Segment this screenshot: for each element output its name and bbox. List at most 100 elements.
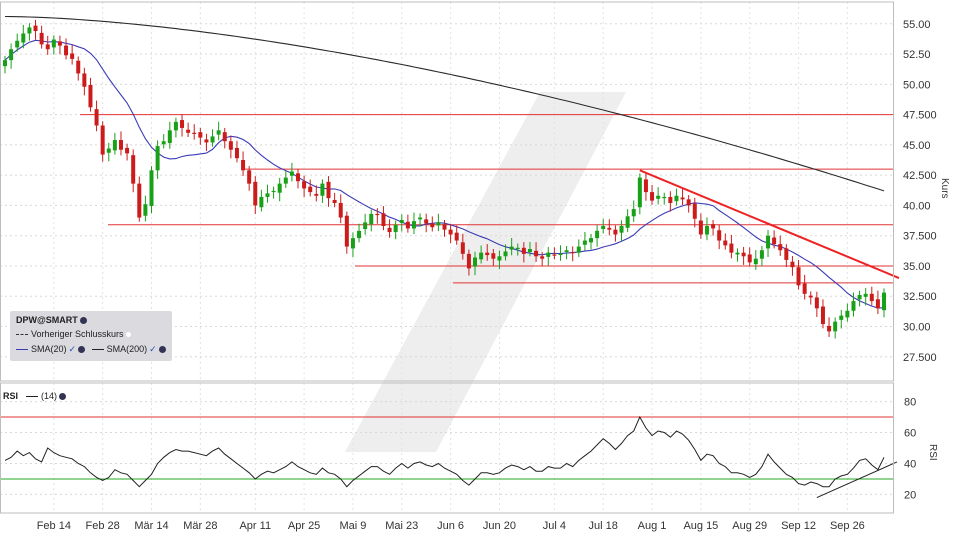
- candle-body: [241, 160, 246, 171]
- candle-body: [332, 199, 337, 204]
- rsi-tick-label: 60: [904, 428, 916, 440]
- candle-body: [546, 252, 551, 257]
- rsi-axis-ticks: 80 60 40 20: [904, 397, 916, 502]
- candle-body: [344, 215, 349, 247]
- date-tick-label: Apr 25: [288, 520, 320, 532]
- candle-body: [631, 209, 636, 217]
- candle-body: [198, 132, 203, 138]
- info-icon[interactable]: [78, 346, 86, 354]
- candle-body: [662, 196, 667, 199]
- candle-body: [753, 258, 758, 265]
- candle-body: [271, 190, 276, 193]
- rsi-series: [0, 415, 898, 498]
- candle-body: [296, 173, 300, 182]
- candle-body: [314, 193, 319, 196]
- candle-body: [772, 237, 777, 245]
- candle-body: [759, 250, 764, 259]
- settings-icon[interactable]: [125, 332, 131, 338]
- candle-body: [479, 252, 484, 260]
- candle-body: [259, 196, 264, 208]
- candle-body: [88, 84, 93, 108]
- candle-body: [381, 213, 386, 227]
- price-tick-label: 47.500: [903, 110, 937, 122]
- date-tick-label: Jul 18: [589, 520, 618, 532]
- candle-body: [387, 227, 392, 233]
- candle-body: [424, 219, 429, 224]
- date-tick-label: Mai 23: [385, 520, 418, 532]
- trendline: [639, 169, 900, 280]
- candle-body: [21, 33, 26, 43]
- candle-body: [698, 220, 703, 235]
- rsi-legend[interactable]: RSI (14): [3, 391, 67, 401]
- watermark-logo: [345, 92, 626, 452]
- candle-body: [302, 181, 307, 189]
- candle-body: [564, 250, 569, 253]
- chart-canvas: 55.00 52.50 50.00 47.500 45.00 42.500 40.00 37.…: [0, 1, 937, 532]
- candle-body: [82, 73, 87, 87]
- date-tick-label: Feb 28: [86, 520, 120, 532]
- candle-body: [808, 295, 813, 298]
- date-tick-label: Mär 14: [134, 520, 168, 532]
- price-tick-label: 52.50: [903, 49, 931, 61]
- candle-body: [784, 248, 789, 260]
- candle-body: [210, 136, 215, 143]
- date-tick-label: Jun 20: [483, 520, 516, 532]
- candle-body: [143, 204, 148, 216]
- candle-body: [33, 25, 38, 32]
- candle-body: [106, 148, 111, 153]
- candle-body: [485, 252, 490, 256]
- candle-body: [857, 295, 862, 300]
- candle-body: [204, 139, 209, 143]
- checkmark-icon[interactable]: ✓: [149, 344, 157, 354]
- candle-body: [283, 177, 288, 184]
- candle-body: [39, 32, 44, 45]
- candle-body: [491, 253, 496, 259]
- candle-body: [833, 321, 838, 332]
- candle-body: [167, 130, 172, 144]
- candle-body: [863, 293, 868, 297]
- candle-body: [411, 221, 416, 229]
- info-icon[interactable]: [59, 393, 67, 401]
- candle-body: [15, 40, 20, 48]
- candle-body: [497, 256, 502, 261]
- candle-body: [741, 252, 746, 257]
- checkmark-icon[interactable]: ✓: [69, 344, 77, 354]
- candle-body: [180, 120, 185, 128]
- candle-body: [320, 183, 325, 196]
- candle-body: [277, 183, 282, 193]
- rsi-tick-label: 20: [904, 489, 916, 501]
- candle-body: [668, 196, 673, 204]
- panel-frames: [0, 1, 894, 514]
- descending-trendline: [639, 169, 900, 280]
- dashed-line-swatch: [16, 334, 28, 336]
- date-axis-ticks: Feb 14 Feb 28 Mär 14 Mär 28 Apr 11 Apr 25 Mai …: [37, 520, 865, 532]
- candle-body: [27, 27, 32, 34]
- candle-body: [534, 250, 539, 257]
- candle-body: [527, 249, 532, 253]
- info-icon[interactable]: [158, 346, 166, 354]
- sma200-path: [4, 15, 885, 192]
- candle-body: [625, 216, 630, 228]
- legend-sma20[interactable]: SMA(20) ✓ SMA(200) ✓: [16, 344, 166, 355]
- legend-prev-close[interactable]: Vorheriger Schlusskurs: [16, 329, 131, 339]
- candle-body: [851, 301, 856, 311]
- candle-body: [711, 224, 716, 229]
- candle-body: [192, 132, 197, 134]
- candle-body: [338, 203, 343, 218]
- candle-body: [399, 219, 404, 223]
- rsi-swatch: [26, 396, 39, 398]
- candle-body: [442, 224, 447, 230]
- candle-body: [64, 45, 69, 56]
- candle-body: [827, 325, 832, 332]
- candle-body: [51, 39, 56, 48]
- candle-body: [216, 130, 221, 135]
- date-tick-label: Mär 28: [183, 520, 217, 532]
- price-legend[interactable]: DPW@SMART Vorheriger Schlusskurs SMA(20)…: [10, 311, 172, 361]
- sma20-line: [4, 39, 885, 309]
- candle-body: [875, 299, 880, 309]
- candle-body: [289, 171, 294, 176]
- sma20-path: [4, 39, 885, 309]
- info-icon[interactable]: [79, 317, 87, 325]
- candle-body: [503, 251, 508, 257]
- candle-body: [473, 257, 478, 267]
